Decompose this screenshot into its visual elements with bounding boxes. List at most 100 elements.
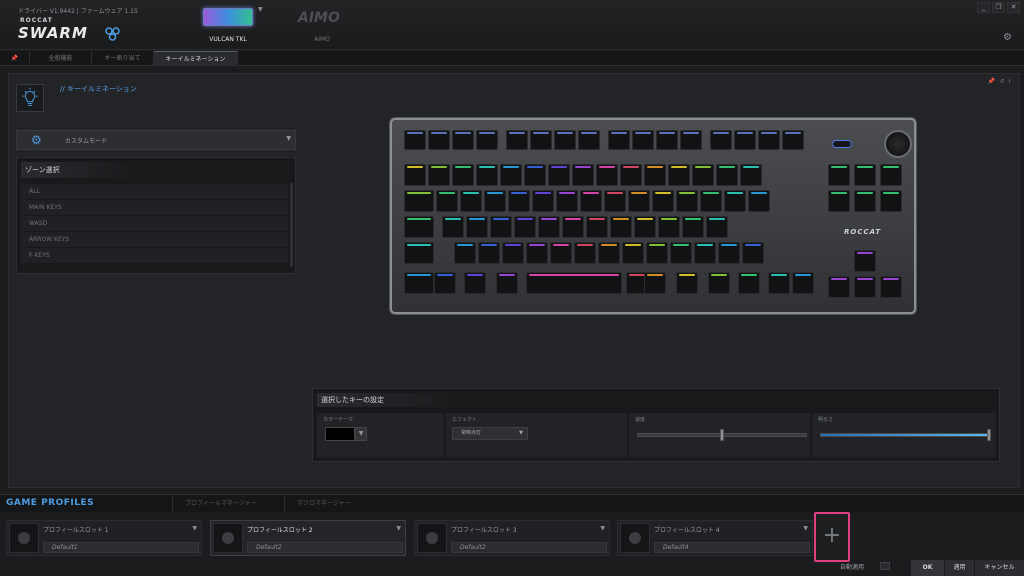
zone-item-arrow-keys[interactable]: ARROW KEYS	[21, 232, 288, 247]
add-profile-button[interactable]: +	[814, 512, 850, 562]
keyboard-key[interactable]	[562, 216, 584, 238]
keyboard-key[interactable]	[404, 190, 434, 212]
keyboard-key[interactable]	[434, 272, 456, 294]
keyboard-key[interactable]	[554, 130, 576, 150]
keyboard-key[interactable]	[598, 242, 620, 264]
device-tab-aimo[interactable]: AIMO AIMO	[290, 0, 354, 50]
zone-item-all[interactable]: ALL	[21, 184, 288, 199]
keyboard-key[interactable]	[506, 130, 528, 150]
keyboard-key[interactable]	[404, 216, 434, 238]
brightness-slider[interactable]	[820, 429, 991, 441]
keyboard-key[interactable]	[454, 242, 476, 264]
keyboard-key[interactable]	[658, 216, 680, 238]
keyboard-key[interactable]	[644, 272, 666, 294]
keyboard-key[interactable]	[574, 242, 596, 264]
keyboard-key[interactable]	[706, 216, 728, 238]
keyboard-key[interactable]	[496, 272, 518, 294]
keyboard-key[interactable]	[556, 190, 578, 212]
keyboard-key[interactable]	[404, 164, 426, 186]
profile-slot-1[interactable]: プロフィールスロット 1 ▼ Default1	[6, 520, 202, 556]
keyboard-key[interactable]	[768, 272, 790, 294]
keyboard-key[interactable]	[854, 190, 876, 212]
keyboard-key[interactable]	[854, 250, 876, 272]
keyboard-key[interactable]	[792, 272, 814, 294]
keyboard-key[interactable]	[484, 190, 506, 212]
profile-slot-3[interactable]: プロフィールスロット 3 ▼ Default2	[414, 520, 610, 556]
keyboard-key[interactable]	[828, 164, 850, 186]
keyboard-key[interactable]	[538, 216, 560, 238]
tab-profile-manager[interactable]: プロフィールマネージャー	[172, 495, 284, 513]
keyboard-key[interactable]	[532, 190, 554, 212]
device-tab-vulcan[interactable]: VULCAN TKL	[196, 0, 260, 50]
keyboard-key[interactable]	[734, 130, 756, 150]
chevron-down-icon[interactable]: ▼	[355, 427, 367, 441]
keyboard-key[interactable]	[880, 190, 902, 212]
keyboard-key[interactable]	[644, 164, 666, 186]
keyboard-key[interactable]	[530, 130, 552, 150]
keyboard-key[interactable]	[828, 276, 850, 298]
keyboard-key[interactable]	[608, 130, 630, 150]
keyboard-key[interactable]	[428, 164, 450, 186]
keyboard-key[interactable]	[656, 130, 678, 150]
keyboard-key[interactable]	[628, 190, 650, 212]
keyboard-key[interactable]	[622, 242, 644, 264]
pin-icon[interactable]: 📌	[988, 78, 995, 85]
keyboard-key[interactable]	[782, 130, 804, 150]
speed-slider[interactable]	[637, 429, 807, 441]
effect-dropdown[interactable]: 常時点灯 ▼	[452, 427, 528, 440]
keyboard-key[interactable]	[490, 216, 512, 238]
keyboard-key[interactable]	[742, 242, 764, 264]
keyboard-key[interactable]	[548, 164, 570, 186]
keyboard-key[interactable]	[632, 130, 654, 150]
keyboard-key[interactable]	[476, 130, 498, 150]
profile-slot-2[interactable]: プロフィールスロット 2 ▼ Default2	[210, 520, 406, 556]
keyboard-key[interactable]	[740, 164, 762, 186]
keyboard-key[interactable]	[500, 164, 522, 186]
tab-key-illumination[interactable]: キーイルミネーション	[154, 51, 238, 66]
zone-item-wasd[interactable]: WASD	[21, 216, 288, 231]
keyboard-key[interactable]	[604, 190, 626, 212]
keyboard-key[interactable]	[404, 242, 434, 264]
keyboard-key[interactable]	[634, 216, 656, 238]
keyboard-preview[interactable]: ROCCAT	[390, 118, 916, 314]
keyboard-key[interactable]	[442, 216, 464, 238]
keyboard-key[interactable]	[550, 242, 572, 264]
keyboard-key[interactable]	[610, 216, 632, 238]
keyboard-key[interactable]	[692, 164, 714, 186]
keyboard-key[interactable]	[586, 216, 608, 238]
slot-profile-name[interactable]: Default1	[43, 542, 199, 553]
apply-button[interactable]: 適用	[944, 560, 974, 576]
keyboard-key[interactable]	[580, 190, 602, 212]
keyboard-key[interactable]	[596, 164, 618, 186]
brightness-slider-thumb[interactable]	[987, 429, 991, 441]
keyboard-key[interactable]	[452, 130, 474, 150]
minimize-button[interactable]: _	[977, 2, 990, 13]
keyboard-key[interactable]	[572, 164, 594, 186]
keyboard-key[interactable]	[620, 164, 642, 186]
keyboard-key[interactable]	[526, 272, 622, 294]
color-swatch[interactable]	[325, 427, 355, 441]
keyboard-key[interactable]	[828, 190, 850, 212]
keyboard-key[interactable]	[748, 190, 770, 212]
keyboard-key[interactable]	[464, 272, 486, 294]
zone-item-main-keys[interactable]: MAIN KEYS	[21, 200, 288, 215]
keyboard-key[interactable]	[508, 190, 530, 212]
tab-key-assign[interactable]: キー割り当て	[92, 51, 154, 66]
info-icon[interactable]: i	[1008, 78, 1010, 85]
zone-item-f-keys[interactable]: F-KEYS	[21, 248, 288, 263]
keyboard-key[interactable]	[526, 242, 548, 264]
keyboard-key[interactable]	[880, 164, 902, 186]
keyboard-key[interactable]	[758, 130, 780, 150]
mode-dropdown[interactable]: ⚙ カスタムモード ▼	[16, 130, 296, 150]
maximize-button[interactable]: ❐	[992, 2, 1005, 13]
keyboard-key[interactable]	[646, 242, 668, 264]
reset-icon[interactable]: ↺	[999, 78, 1004, 85]
keyboard-key[interactable]	[502, 242, 524, 264]
keyboard-key[interactable]	[700, 190, 722, 212]
tab-macro-manager[interactable]: マクロマネージャー	[284, 495, 368, 513]
keyboard-key[interactable]	[404, 272, 434, 294]
keyboard-key[interactable]	[476, 164, 498, 186]
slot-profile-name[interactable]: Default2	[451, 542, 607, 553]
keyboard-key[interactable]	[668, 164, 690, 186]
keyboard-key[interactable]	[682, 216, 704, 238]
